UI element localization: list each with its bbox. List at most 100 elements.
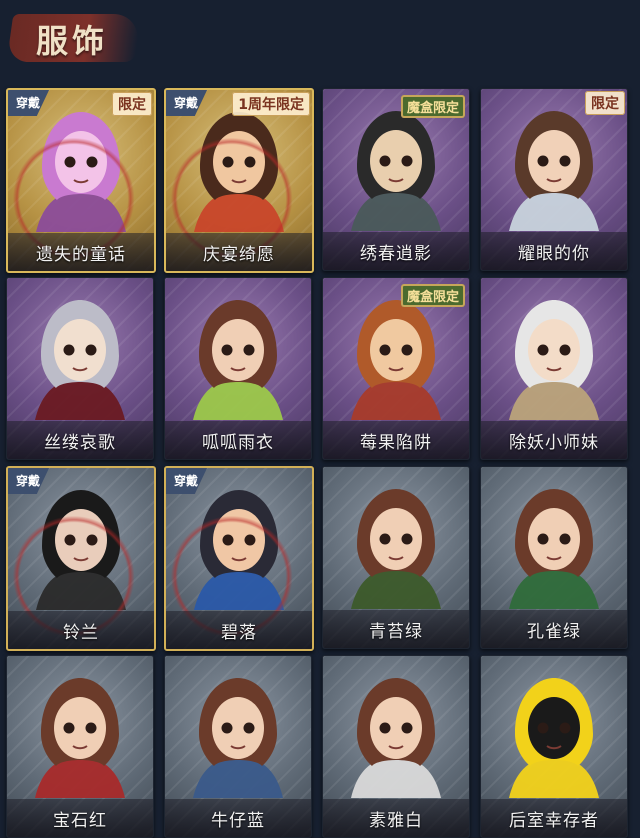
costume-name: 遗失的童话 <box>36 244 126 265</box>
portrait-outfit <box>351 379 441 420</box>
portrait-eye-left <box>537 722 549 734</box>
character-portrait <box>509 678 599 798</box>
portrait-eye-right <box>401 722 413 734</box>
portrait-eye-right <box>559 722 571 734</box>
portrait-face <box>528 130 580 192</box>
limited-badge: 1周年限定 <box>232 92 310 116</box>
portrait-eye-left <box>63 344 75 356</box>
card-label-bar: 莓果陷阱 <box>323 421 469 459</box>
portrait-outfit <box>351 190 441 231</box>
card-label-bar: 牛仔蓝 <box>165 799 311 837</box>
card-label-bar: 呱呱雨衣 <box>165 421 311 459</box>
costume-name: 除妖小师妹 <box>509 432 599 453</box>
portrait-eye-right <box>85 722 97 734</box>
card-label-bar: 孔雀绿 <box>481 610 627 648</box>
character-portrait <box>509 489 599 609</box>
card-label-bar: 碧落 <box>166 611 312 649</box>
portrait-eye-right <box>85 344 97 356</box>
portrait-outfit <box>35 757 125 798</box>
card-label-bar: 耀眼的你 <box>481 232 627 270</box>
card-label-bar: 铃兰 <box>8 611 154 649</box>
card-label-bar: 青苔绿 <box>323 610 469 648</box>
portrait-eye-right <box>559 344 571 356</box>
portrait-eye-right <box>401 533 413 545</box>
costume-card[interactable]: 除妖小师妹 <box>480 277 628 460</box>
portrait-eye-left <box>537 344 549 356</box>
character-portrait <box>193 678 283 798</box>
portrait-face <box>54 319 106 381</box>
costume-name: 宝石红 <box>53 810 107 831</box>
costume-card[interactable]: 穿戴 铃兰 <box>6 466 156 651</box>
portrait-face <box>528 697 580 759</box>
portrait-face <box>54 697 106 759</box>
portrait-eye-left <box>379 533 391 545</box>
character-portrait <box>351 489 441 609</box>
costume-name: 碧落 <box>221 622 257 643</box>
costume-name: 莓果陷阱 <box>360 432 432 453</box>
section-header: 服饰 <box>0 0 640 80</box>
portrait-outfit <box>509 568 599 609</box>
portrait-face <box>528 319 580 381</box>
portrait-eye-left <box>379 722 391 734</box>
costume-card[interactable]: 素雅白 <box>322 655 470 838</box>
portrait-outfit <box>193 757 283 798</box>
portrait-face <box>370 130 422 192</box>
costume-card[interactable]: 魔盒限定莓果陷阱 <box>322 277 470 460</box>
costume-card[interactable]: 穿戴 碧落 <box>164 466 314 651</box>
portrait-outfit <box>509 379 599 420</box>
costume-name: 青苔绿 <box>369 621 423 642</box>
section-title: 服饰 <box>36 22 109 60</box>
costume-grid: 穿戴 限定 遗失的童话 穿戴 1周年限定 庆宴绮愿 魔盒限定 绣春逍影 限定 耀眼的你 丝缕哀歌 呱呱… <box>6 88 628 838</box>
costume-card[interactable]: 丝缕哀歌 <box>6 277 154 460</box>
costume-card[interactable]: 孔雀绿 <box>480 466 628 649</box>
character-portrait <box>351 678 441 798</box>
costume-card[interactable]: 限定耀眼的你 <box>480 88 628 271</box>
portrait-eye-left <box>379 344 391 356</box>
card-label-bar: 除妖小师妹 <box>481 421 627 459</box>
costume-name: 呱呱雨衣 <box>202 432 274 453</box>
portrait-eye-right <box>401 155 413 167</box>
card-label-bar: 绣春逍影 <box>323 232 469 270</box>
costume-name: 孔雀绿 <box>527 621 581 642</box>
card-label-bar: 素雅白 <box>323 799 469 837</box>
costume-name: 后室幸存者 <box>509 810 599 831</box>
costume-name: 绣春逍影 <box>360 243 432 264</box>
portrait-face <box>212 697 264 759</box>
limited-badge: 限定 <box>112 92 152 116</box>
limited-badge: 魔盒限定 <box>400 95 465 118</box>
portrait-face <box>370 508 422 570</box>
costume-card[interactable]: 魔盒限定绣春逍影 <box>322 88 470 271</box>
character-portrait <box>35 678 125 798</box>
card-label-bar: 庆宴绮愿 <box>166 233 312 271</box>
card-label-bar: 丝缕哀歌 <box>7 421 153 459</box>
limited-badge: 限定 <box>585 91 625 115</box>
costume-card[interactable]: 穿戴 1周年限定 庆宴绮愿 <box>164 88 314 273</box>
costume-name: 庆宴绮愿 <box>203 244 275 265</box>
portrait-outfit <box>351 757 441 798</box>
portrait-outfit <box>351 568 441 609</box>
portrait-outfit <box>193 379 283 420</box>
portrait-face <box>370 319 422 381</box>
costume-name: 耀眼的你 <box>518 243 590 264</box>
costume-name: 丝缕哀歌 <box>44 432 116 453</box>
card-label-bar: 遗失的童话 <box>8 233 154 271</box>
costume-card[interactable]: 后室幸存者 <box>480 655 628 838</box>
costume-card[interactable]: 宝石红 <box>6 655 154 838</box>
portrait-eye-right <box>559 155 571 167</box>
portrait-eye-right <box>243 344 255 356</box>
character-portrait <box>509 300 599 420</box>
character-portrait <box>35 300 125 420</box>
portrait-eye-left <box>537 155 549 167</box>
costume-card[interactable]: 牛仔蓝 <box>164 655 312 838</box>
costume-card[interactable]: 呱呱雨衣 <box>164 277 312 460</box>
portrait-eye-left <box>537 533 549 545</box>
costume-name: 素雅白 <box>369 810 423 831</box>
portrait-eye-left <box>63 722 75 734</box>
limited-badge: 魔盒限定 <box>400 284 465 307</box>
costume-card[interactable]: 青苔绿 <box>322 466 470 649</box>
costume-card[interactable]: 穿戴 限定 遗失的童话 <box>6 88 156 273</box>
costume-name: 牛仔蓝 <box>211 810 265 831</box>
portrait-outfit <box>509 757 599 798</box>
portrait-outfit <box>35 379 125 420</box>
portrait-eye-left <box>221 344 233 356</box>
